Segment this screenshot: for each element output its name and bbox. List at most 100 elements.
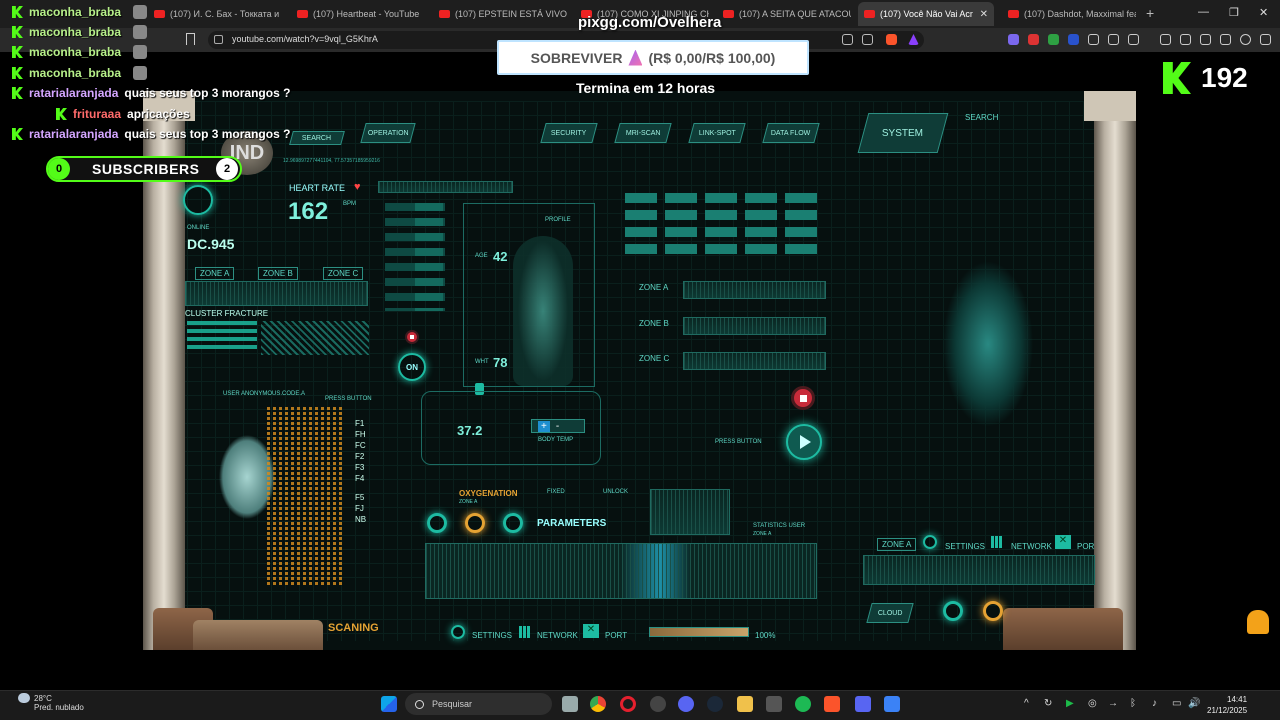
cast-icon[interactable] bbox=[842, 34, 853, 45]
fire-emoji-icon bbox=[628, 49, 643, 66]
share-icon[interactable] bbox=[862, 34, 873, 45]
brave-shields-icon[interactable] bbox=[886, 34, 897, 45]
browser-tab[interactable]: (107) И. С. Бах - Токката и фу bbox=[152, 4, 282, 24]
extensions-puzzle-icon[interactable] bbox=[1220, 34, 1231, 45]
youtube-icon bbox=[864, 10, 875, 18]
tray-icon[interactable]: → bbox=[1108, 698, 1118, 709]
browser-tab[interactable]: (107) Heartbeat - YouTube bbox=[295, 4, 425, 24]
app-icon[interactable] bbox=[766, 696, 782, 712]
extension-icon[interactable] bbox=[1088, 34, 1099, 45]
clock-time: 14:41 bbox=[1227, 695, 1248, 704]
tray-icon[interactable]: ▶ bbox=[1066, 698, 1074, 709]
online-label: ONLINE bbox=[187, 225, 210, 231]
volume-icon[interactable]: 🔊 bbox=[1188, 698, 1200, 709]
browser-tab[interactable]: (107) Dashdot, Maxximal feat bbox=[1006, 4, 1136, 24]
ecg-strip bbox=[378, 181, 513, 193]
network-label: NETWORK bbox=[537, 631, 578, 640]
extension-icon[interactable] bbox=[1068, 34, 1079, 45]
minimize-icon[interactable]: — bbox=[1198, 6, 1209, 18]
oxy-zone-label: ZONE A bbox=[459, 499, 478, 505]
opera-icon[interactable] bbox=[620, 696, 636, 712]
maximize-icon[interactable]: ❐ bbox=[1229, 6, 1239, 19]
extension-icon[interactable] bbox=[1108, 34, 1119, 45]
chat-username: ratarialaranjada bbox=[29, 127, 119, 141]
donation-ends: Termina em 12 horas bbox=[576, 80, 716, 96]
zone-a-tab: ZONE A bbox=[195, 267, 235, 280]
browser-tab[interactable]: (107) A SEITA QUE ATACOU O bbox=[721, 4, 851, 24]
statistics-chart bbox=[650, 489, 730, 535]
browser-tab[interactable]: (107) EPSTEIN ESTÁ VIVO E EU bbox=[437, 4, 567, 24]
chat-username: maconha_braba bbox=[29, 5, 122, 19]
chevron-up-icon[interactable]: ^ bbox=[1024, 698, 1029, 709]
tray-icon[interactable]: ◎ bbox=[1088, 698, 1097, 709]
bluetooth-icon[interactable]: ᛒ bbox=[1130, 698, 1136, 709]
new-tab-icon[interactable]: + bbox=[1146, 5, 1154, 21]
zone-a-label: ZONE A bbox=[639, 283, 669, 292]
kick-badge-icon bbox=[12, 46, 23, 58]
task-view-icon[interactable] bbox=[562, 696, 578, 712]
url-text: youtube.com/watch?v=9vql_G5KhrA bbox=[232, 34, 378, 44]
spotify-icon[interactable] bbox=[795, 696, 811, 712]
tray-icon[interactable]: ↻ bbox=[1044, 698, 1052, 709]
sidebar-icon[interactable] bbox=[1180, 34, 1191, 45]
temperature-value: 37.2 bbox=[457, 423, 483, 438]
chat-message: ratarialaranjada quais seus top 3 morango… bbox=[12, 86, 290, 100]
wallet-icon[interactable] bbox=[1200, 34, 1211, 45]
cloud-dial bbox=[943, 601, 963, 621]
spectrum-wave bbox=[425, 543, 817, 599]
bookmark-icon[interactable] bbox=[186, 33, 195, 45]
chat-emote-icon bbox=[133, 66, 148, 80]
weather-temp: 28°C bbox=[34, 693, 52, 703]
viewer-count: 192 bbox=[1201, 62, 1248, 93]
browser-tab-active[interactable]: (107) Você Não Vai Acr ✕ bbox=[858, 2, 994, 26]
extension-icon[interactable] bbox=[1048, 34, 1059, 45]
extension-icon[interactable] bbox=[1028, 34, 1039, 45]
cluster-fracture-label: CLUSTER FRACTURE bbox=[185, 309, 269, 318]
f-key-label: F3 bbox=[355, 463, 365, 472]
notification-bell-icon[interactable] bbox=[1247, 610, 1269, 634]
oxygenation-label: OXYGENATION bbox=[459, 489, 518, 498]
settings-label: SETTINGS bbox=[472, 631, 513, 640]
close-tab-icon[interactable]: ✕ bbox=[980, 9, 988, 20]
vpn-shield-icon[interactable] bbox=[1240, 34, 1251, 45]
app-icon[interactable] bbox=[884, 696, 900, 712]
screenshot-icon[interactable] bbox=[1128, 34, 1139, 45]
file-explorer-icon[interactable] bbox=[737, 696, 753, 712]
zone-b-tab: ZONE B bbox=[258, 267, 298, 280]
chrome-icon[interactable] bbox=[590, 696, 606, 712]
music-icon[interactable] bbox=[1160, 34, 1171, 45]
right-vase bbox=[1003, 608, 1123, 650]
settings-right-label: SETTINGS bbox=[945, 542, 986, 551]
weather-widget[interactable]: 28°C Pred. nublado bbox=[18, 693, 84, 712]
subscriber-count: 0 bbox=[48, 158, 70, 180]
menu-icon[interactable] bbox=[1260, 34, 1271, 45]
site-settings-icon[interactable] bbox=[214, 35, 223, 44]
chat-username: maconha_braba bbox=[29, 45, 122, 59]
video-player[interactable]: SEARCH OPERATION SECURITY MRI-SCAN LINK-… bbox=[143, 91, 1136, 650]
network-icon[interactable]: ▭ bbox=[1172, 698, 1181, 709]
system-clock[interactable]: 14:41 21/12/2025 bbox=[1207, 694, 1247, 716]
taskbar-search[interactable]: Pesquisar bbox=[405, 693, 552, 715]
app-icon[interactable] bbox=[678, 696, 694, 712]
network-icon bbox=[519, 626, 531, 638]
plus-icon: + bbox=[538, 420, 550, 432]
brave-icon[interactable] bbox=[824, 696, 840, 712]
microphone-icon[interactable]: ♪ bbox=[1152, 698, 1157, 709]
extension-icon[interactable] bbox=[1008, 34, 1019, 45]
kick-badge-icon bbox=[12, 26, 23, 38]
kick-logo-icon bbox=[1163, 62, 1191, 94]
discord-icon[interactable] bbox=[855, 696, 871, 712]
cluster-bars bbox=[187, 321, 257, 349]
hud-mri-button: MRI-SCAN bbox=[614, 123, 672, 143]
app-icon[interactable] bbox=[650, 696, 666, 712]
windows-start-icon[interactable] bbox=[381, 696, 397, 712]
f-key-label: F1 bbox=[355, 419, 365, 428]
subscriber-goal: 2 bbox=[216, 158, 238, 180]
chat-text: quais seus top 3 morangos ? bbox=[124, 127, 291, 141]
chat-message: maconha_braba bbox=[12, 5, 148, 19]
steam-icon[interactable] bbox=[707, 696, 723, 712]
close-window-icon[interactable]: ✕ bbox=[1259, 6, 1268, 19]
network-right-label: NETWORK bbox=[1011, 542, 1052, 551]
heart-rate-value: 162 bbox=[288, 198, 329, 225]
search-icon bbox=[415, 699, 424, 709]
